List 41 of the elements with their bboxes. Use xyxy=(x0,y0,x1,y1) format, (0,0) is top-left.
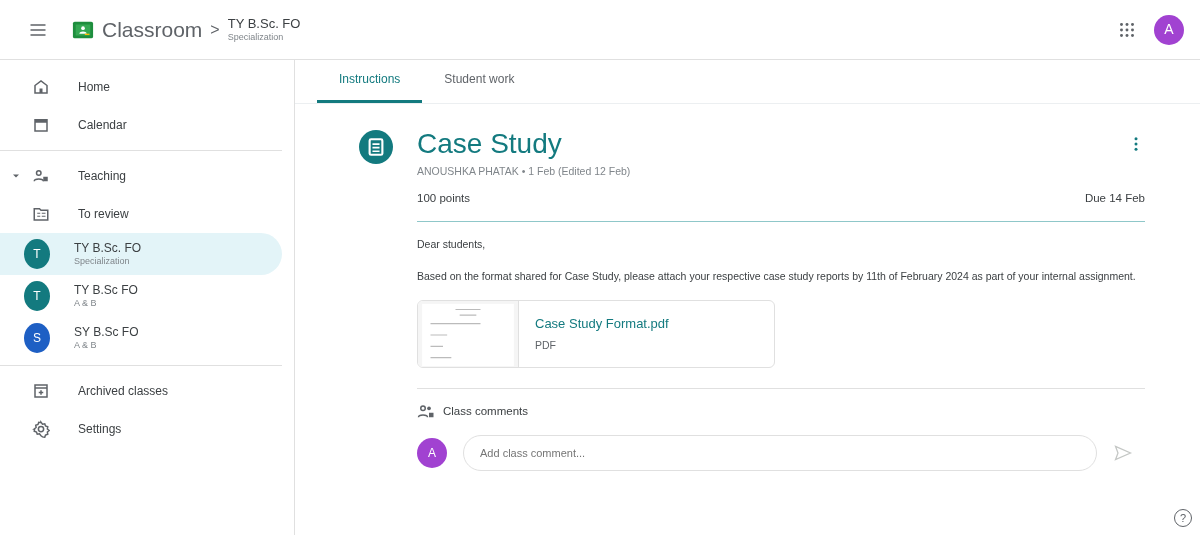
points: 100 points xyxy=(417,190,471,206)
comment-field[interactable]: Add class comment... xyxy=(463,434,1097,471)
sidebar-item[interactable]: Home xyxy=(0,68,282,106)
class-section: Specialization xyxy=(227,32,301,44)
archive-box-icon xyxy=(32,382,50,400)
sidebar-item[interactable]: S SY B.Sc FO A & B xyxy=(0,317,282,359)
comments-heading: Class comments xyxy=(443,404,528,420)
sidebar-item[interactable]: Archived classes xyxy=(0,372,282,410)
home-icon xyxy=(32,78,50,96)
sidebar-item[interactable]: Calendar xyxy=(0,106,282,144)
calendar-icon xyxy=(32,116,50,134)
class-avatar: T xyxy=(24,281,50,311)
user-avatar: A xyxy=(417,437,447,468)
attachment-card[interactable]: Case Study Format.pdf PDF xyxy=(417,299,775,368)
sidebar-item[interactable]: T TY B.Sc FO A & B xyxy=(0,275,282,317)
folder-list-icon xyxy=(32,205,50,223)
assignment-meta: ANOUSHKA PHATAK • 1 Feb (Edited 12 Feb) xyxy=(417,164,632,179)
account-avatar[interactable]: A xyxy=(1154,14,1184,45)
settings-icon xyxy=(32,420,50,438)
assignment-icon xyxy=(359,130,393,164)
tab[interactable]: Student work xyxy=(422,60,537,103)
assignment-title: Case Study xyxy=(417,127,562,161)
attachment-name[interactable]: Case Study Format.pdf xyxy=(535,314,669,334)
class-subtitle: Specialization xyxy=(74,255,131,268)
instructions-text: Dear students, xyxy=(417,237,487,252)
instructions-text: Based on the format shared for Case Study, please attach your respective case study reports by 11th of February 2024 as part of your internal assignment. xyxy=(417,268,1137,284)
sidebar-item[interactable]: T TY B.Sc. FO Specialization xyxy=(0,233,282,275)
app-title[interactable]: Classroom xyxy=(102,13,203,46)
due-date: Due 14 Feb xyxy=(1084,190,1145,206)
breadcrumb-separator: > xyxy=(210,19,220,40)
document-thumbnail-icon xyxy=(418,300,518,367)
class-subtitle: A & B xyxy=(74,297,98,310)
class-avatar: T xyxy=(24,239,50,269)
class-subtitle: A & B xyxy=(74,339,98,352)
attachment-type: PDF xyxy=(535,337,557,353)
tab[interactable]: Instructions xyxy=(317,60,423,103)
sidebar-item[interactable]: Teaching xyxy=(0,157,282,195)
sidebar-item[interactable]: Settings xyxy=(0,410,282,448)
sidebar-item[interactable]: To review xyxy=(0,195,282,233)
class-avatar: S xyxy=(24,323,50,353)
class-name[interactable]: TY B.Sc. FO xyxy=(227,15,301,32)
